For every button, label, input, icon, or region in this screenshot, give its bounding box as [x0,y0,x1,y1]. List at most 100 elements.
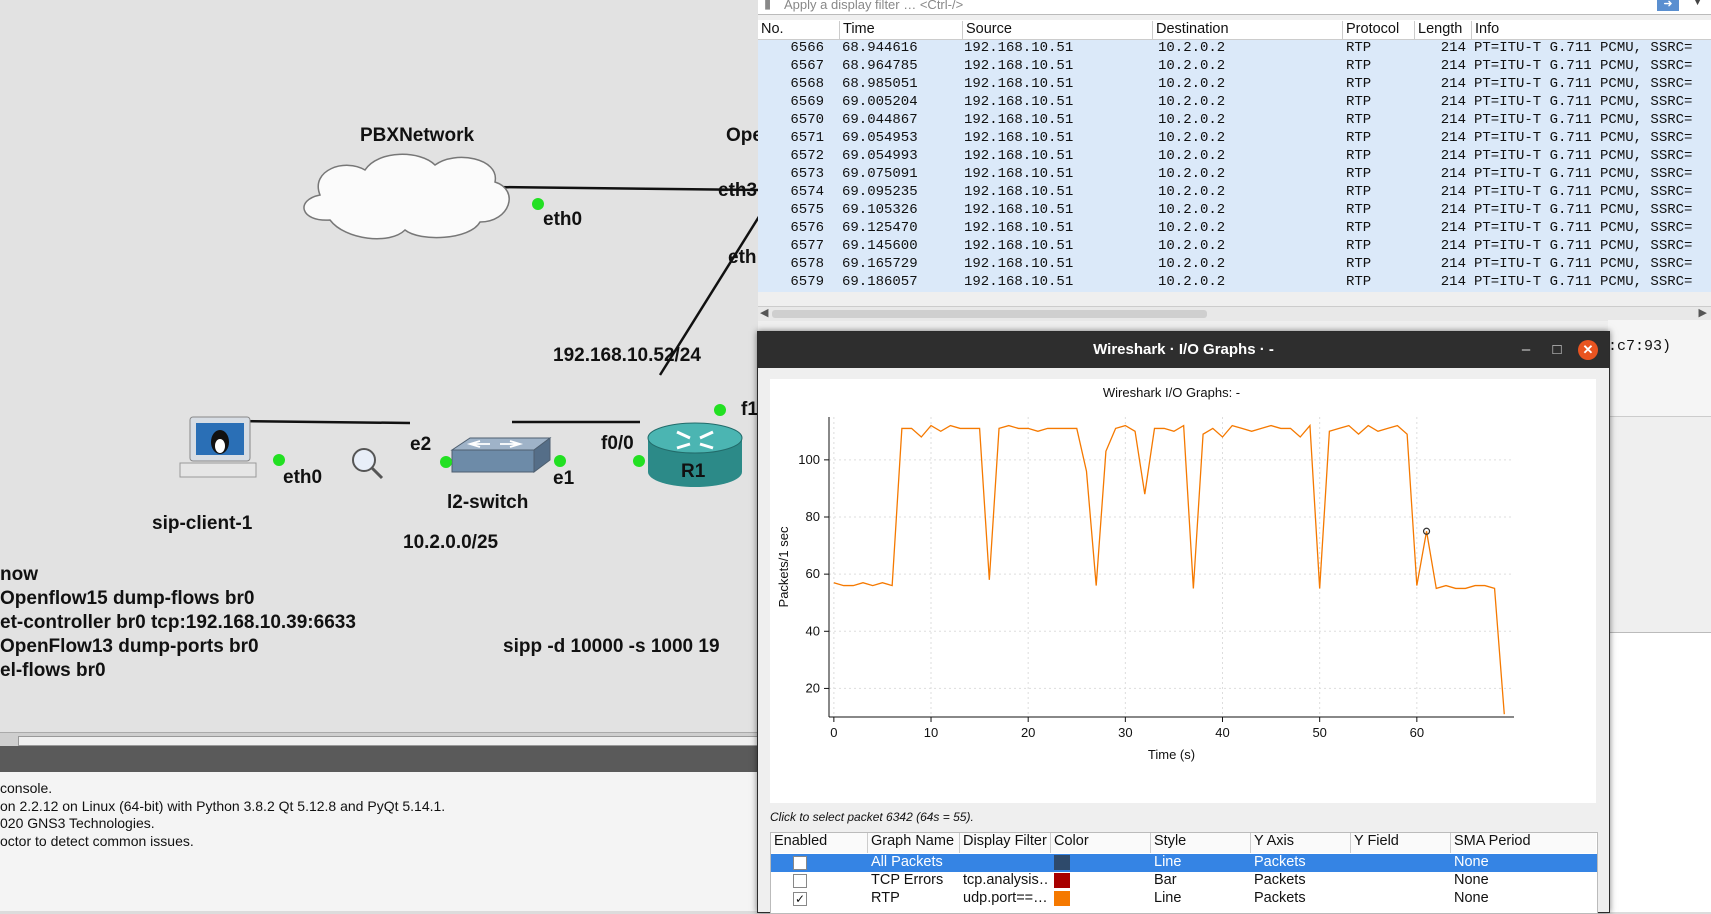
col-header-no[interactable]: No. [758,21,784,39]
cell-time: 69.105326 [842,202,918,218]
packet-row[interactable]: 6566 68.944616 192.168.10.51 10.2.0.2 RTP 214… [758,40,1711,58]
gns3-console[interactable]: console. on 2.2.12 on Linux (64-bit) wit… [0,772,760,911]
cloud-label: PBXNetwork [360,125,475,146]
packet-details-pane[interactable] [1608,320,1711,417]
col-header-info[interactable]: Info [1471,21,1499,39]
th-color[interactable]: Color [1051,833,1151,853]
graph-yaxis-cell[interactable]: Packets [1254,854,1344,870]
graph-enabled-checkbox[interactable] [793,856,807,870]
graph-yaxis-cell[interactable]: Packets [1254,872,1344,888]
display-filter-input[interactable]: Apply a display filter … <Ctrl-/> [784,0,963,12]
packet-row[interactable]: 6568 68.985051 192.168.10.51 10.2.0.2 RTP 214… [758,76,1711,94]
io-graph-plot[interactable]: Wireshark I/O Graphs: - 20 40 60 80 100 0 10 20 3… [770,379,1596,803]
topology-canvas[interactable]: PBXNetwork eth0 Ope eth3 eth 192.168.10.… [0,0,763,740]
y-tick-label: 60 [806,566,820,581]
note-line: el-flows br0 [0,660,106,681]
graph-sma-cell[interactable]: None [1454,890,1574,906]
cell-protocol: RTP [1346,184,1372,200]
graph-filter-cell[interactable]: tcp.analysis… [963,872,1049,888]
th-sma-period[interactable]: SMA Period [1451,833,1596,853]
packet-row[interactable]: 6569 69.005204 192.168.10.51 10.2.0.2 RTP 214… [758,94,1711,112]
packet-list-hscroll[interactable]: ◀ ▶ [758,306,1711,321]
lan-network-label: 10.2.0.0/25 [403,532,499,553]
switch-icon[interactable] [450,437,552,473]
col-header-length[interactable]: Length [1414,21,1462,39]
cell-time: 69.095235 [842,184,918,200]
switch-port-e1-label: e1 [553,468,575,489]
th-graph-name[interactable]: Graph Name [868,833,960,853]
maximize-icon[interactable]: □ [1547,340,1567,360]
col-header-time[interactable]: Time [839,21,875,39]
packet-list-header: No. Time Source Destination Protocol Len… [758,20,1711,40]
th-enabled[interactable]: Enabled [771,833,868,853]
cell-protocol: RTP [1346,238,1372,254]
graph-enabled-checkbox[interactable]: ✓ [793,892,807,906]
packet-row[interactable]: 6572 69.054993 192.168.10.51 10.2.0.2 RTP 214… [758,148,1711,166]
packet-row[interactable]: 6578 69.165729 192.168.10.51 10.2.0.2 RTP 214… [758,256,1711,274]
cell-protocol: RTP [1346,112,1372,128]
minimize-icon[interactable]: – [1516,340,1536,360]
scroll-left-icon[interactable]: ◀ [760,306,768,319]
packet-list[interactable]: 6566 68.944616 192.168.10.51 10.2.0.2 RTP 214… [758,40,1711,292]
linux-pc-icon[interactable] [179,416,257,478]
close-icon[interactable]: ✕ [1578,340,1598,360]
col-header-source[interactable]: Source [962,21,1012,39]
bookmark-icon[interactable]: ▮ [764,0,771,12]
canvas-scrollbar[interactable] [0,732,760,747]
cell-no: 6568 [790,76,824,92]
cell-length: 214 [1440,58,1466,74]
packet-row[interactable]: 6573 69.075091 192.168.10.51 10.2.0.2 RTP 214… [758,166,1711,184]
graph-enabled-checkbox[interactable] [793,874,807,888]
cell-protocol: RTP [1346,256,1372,272]
graph-sma-cell[interactable]: None [1454,854,1574,870]
canvas-scroll-thumb[interactable] [18,736,760,746]
packet-row[interactable]: 6574 69.095235 192.168.10.51 10.2.0.2 RTP 214… [758,184,1711,202]
graph-row[interactable]: TCP Errors tcp.analysis… Bar Packets None [771,872,1597,890]
th-y-axis[interactable]: Y Axis [1251,833,1351,853]
graph-name-cell[interactable]: RTP [871,890,957,906]
capture-magnifier-icon[interactable] [352,448,384,480]
graph-filter-cell[interactable]: udp.port==… [963,890,1049,906]
cell-info: PT=ITU-T G.711 PCMU, SSRC= [1474,166,1693,182]
packet-row[interactable]: 6571 69.054953 192.168.10.51 10.2.0.2 RTP 214… [758,130,1711,148]
graph-style-cell[interactable]: Line [1154,854,1244,870]
packet-row[interactable]: 6567 68.964785 192.168.10.51 10.2.0.2 RTP 214… [758,58,1711,76]
cell-info: PT=ITU-T G.711 PCMU, SSRC= [1474,148,1693,164]
cell-no: 6566 [790,40,824,56]
graph-color-swatch[interactable] [1054,855,1070,870]
graph-row[interactable]: ✓ RTP udp.port==… Line Packets None [771,890,1597,908]
graph-color-swatch[interactable] [1054,873,1070,888]
cell-source: 192.168.10.51 [964,202,1074,218]
graph-style-cell[interactable]: Line [1154,890,1244,906]
cell-length: 214 [1440,220,1466,236]
graph-name-cell[interactable]: All Packets [871,854,957,870]
graph-name-cell[interactable]: TCP Errors [871,872,957,888]
graph-yaxis-cell[interactable]: Packets [1254,890,1344,906]
display-filter-bar[interactable]: ▮ Apply a display filter … <Ctrl-/> ➜ ▼ [758,0,1711,15]
packet-row[interactable]: 6576 69.125470 192.168.10.51 10.2.0.2 RTP 214… [758,220,1711,238]
io-window-titlebar[interactable]: Wireshark · I/O Graphs · - – □ ✕ [758,332,1609,368]
packet-bytes-pane[interactable] [1608,632,1711,912]
hscroll-thumb[interactable] [772,310,1207,318]
io-graph-svg: Wireshark I/O Graphs: - 20 40 60 80 100 0 10 20 3… [776,385,1514,762]
x-tick-label: 60 [1410,725,1424,740]
th-style[interactable]: Style [1151,833,1251,853]
packet-row[interactable]: 6577 69.145600 192.168.10.51 10.2.0.2 RTP 214… [758,238,1711,256]
apply-filter-arrow-icon[interactable]: ➜ [1657,0,1679,11]
graphs-table[interactable]: Enabled Graph Name Display Filter Color … [770,832,1598,914]
th-y-field[interactable]: Y Field [1351,833,1451,853]
col-header-protocol[interactable]: Protocol [1342,21,1399,39]
col-header-destination[interactable]: Destination [1152,21,1229,39]
cell-length: 214 [1440,130,1466,146]
graph-sma-cell[interactable]: None [1454,872,1574,888]
graph-color-swatch[interactable] [1054,891,1070,906]
th-display-filter[interactable]: Display Filter [960,833,1051,853]
packet-row[interactable]: 6575 69.105326 192.168.10.51 10.2.0.2 RTP 214… [758,202,1711,220]
packet-row[interactable]: 6570 69.044867 192.168.10.51 10.2.0.2 RTP 214… [758,112,1711,130]
graph-style-cell[interactable]: Bar [1154,872,1244,888]
graph-row[interactable]: All Packets Line Packets None [771,854,1597,872]
filter-dropdown-icon[interactable]: ▼ [1692,0,1703,8]
packet-row[interactable]: 6579 69.186057 192.168.10.51 10.2.0.2 RTP 214… [758,274,1711,292]
cloud-icon[interactable] [303,153,510,240]
scroll-right-icon[interactable]: ▶ [1699,306,1707,319]
